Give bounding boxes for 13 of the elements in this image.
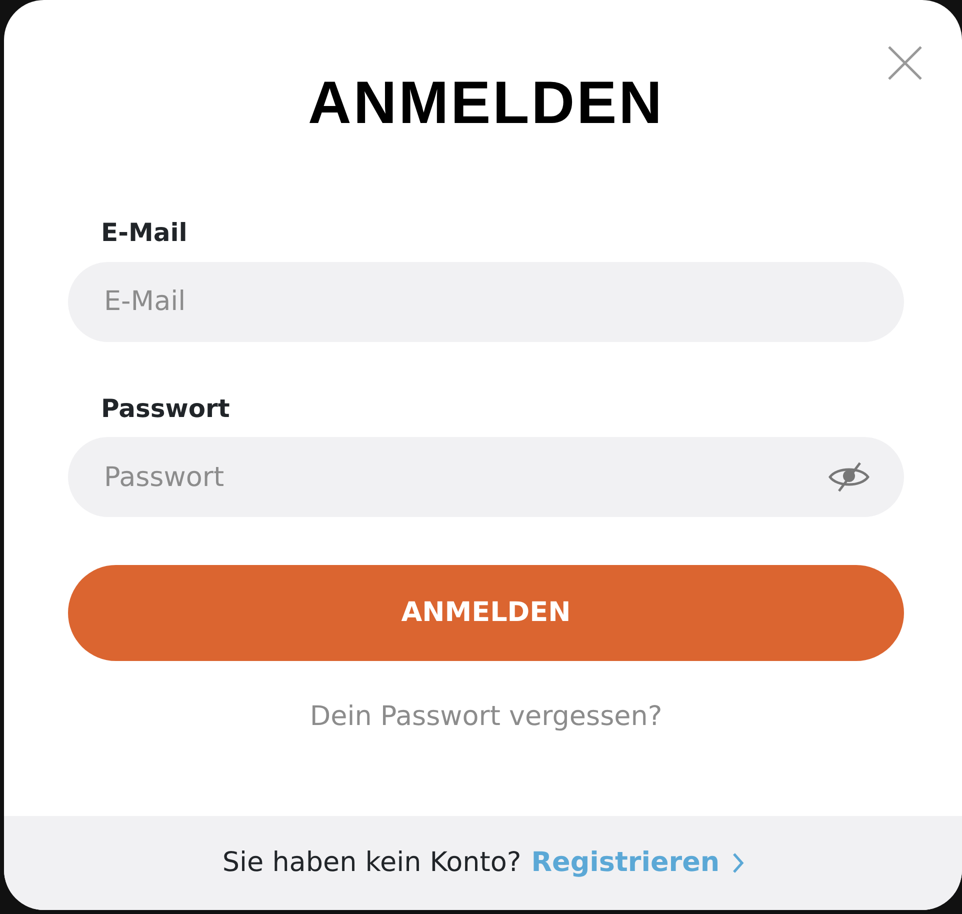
footer-text: Sie haben kein Konto? xyxy=(222,846,522,880)
register-link[interactable]: Registrieren xyxy=(531,842,744,884)
close-button[interactable] xyxy=(888,46,922,80)
field-label: Passwort xyxy=(101,392,230,424)
close-icon xyxy=(888,46,922,80)
input-field[interactable]: E-Mail xyxy=(68,262,904,342)
dialog-title: ANMELDEN xyxy=(307,70,665,136)
forgot-password-link[interactable]: Dein Passwort vergessen? xyxy=(310,697,662,738)
login-button[interactable]: ANMELDEN xyxy=(68,565,904,661)
eye-slash-icon[interactable] xyxy=(828,460,870,494)
chevron-right-icon xyxy=(732,852,744,874)
field-label: E-Mail xyxy=(101,217,188,249)
input-field[interactable]: Passwort xyxy=(68,437,904,517)
